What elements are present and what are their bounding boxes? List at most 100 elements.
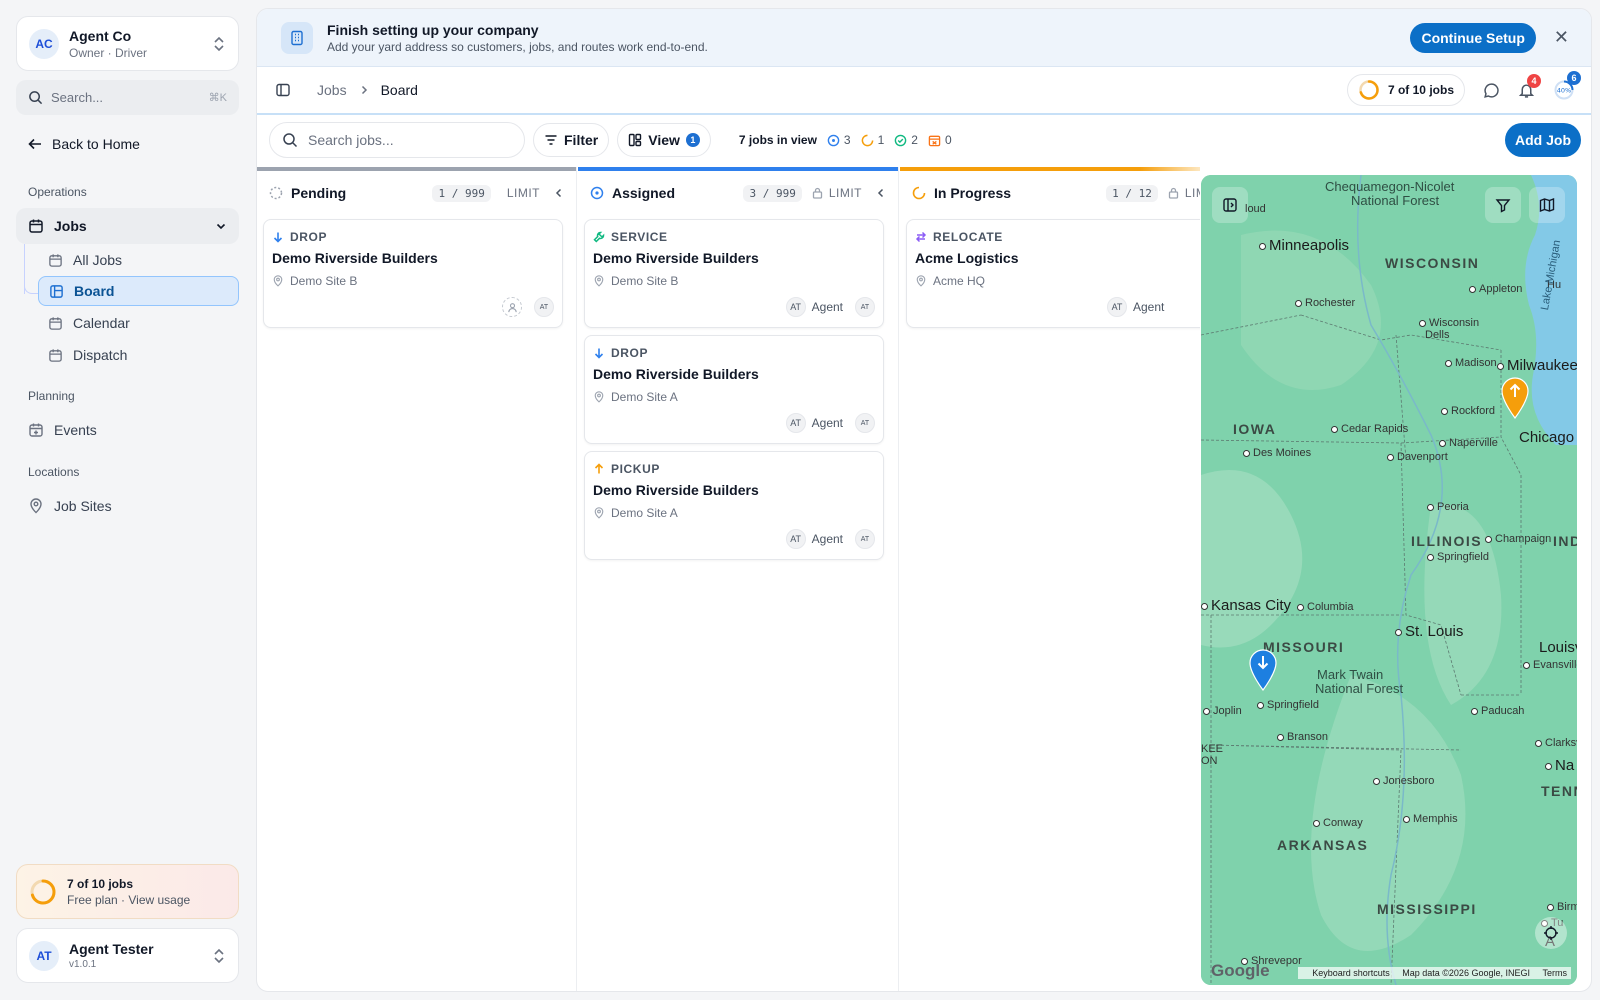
filter-button[interactable]: Filter (533, 123, 610, 157)
top-bar: Jobs Board 7 of 10 jobs 4 40% 6 (257, 67, 1591, 115)
bell-icon[interactable]: 4 (1518, 73, 1541, 99)
job-title: Demo Riverside Builders (593, 250, 759, 266)
job-card[interactable]: SERVICE Demo Riverside Builders Demo Sit… (584, 219, 884, 328)
search-icon (282, 132, 308, 148)
map-pin-pickup[interactable] (1501, 377, 1529, 419)
map-label: ARKANSAS (1277, 837, 1369, 853)
usage-title: 7 of 10 jobs (67, 876, 134, 891)
column-limit[interactable]: LIMIT (507, 186, 540, 200)
map-label: Peoria (1427, 501, 1469, 513)
in-progress-count-value: 1 (877, 133, 885, 147)
google-logo: Google (1211, 961, 1270, 980)
section-planning: Planning (28, 389, 75, 403)
board-icon (49, 284, 74, 299)
usage-pill[interactable]: 7 of 10 jobs (1346, 74, 1465, 106)
map-label: Evansville (1523, 659, 1577, 671)
usage-pill-label: 7 of 10 jobs (1387, 83, 1454, 97)
column-title: Assigned (612, 185, 676, 201)
back-to-home-link[interactable]: Back to Home (28, 136, 140, 152)
filter-icon (1495, 197, 1511, 213)
jobs-map[interactable]: Chequamegon-Nicolet National Forest loud… (1201, 175, 1577, 985)
job-card[interactable]: DROP Demo Riverside Builders Demo Site A… (584, 335, 884, 444)
user-switcher[interactable]: AT Agent Tester v1.0.1 (16, 928, 239, 983)
locate-button[interactable] (1535, 917, 1567, 949)
map-label: TENNES (1541, 783, 1577, 799)
calendar-icon (28, 218, 54, 234)
check-circle-icon (894, 134, 911, 147)
progress-indicator[interactable]: 40% 6 (1553, 71, 1581, 101)
sidebar-item-dispatch[interactable]: Dispatch (38, 340, 239, 370)
job-title: Acme Logistics (915, 250, 1019, 266)
map-filter-button[interactable] (1485, 187, 1521, 223)
progress-ring-icon (29, 878, 57, 906)
map-pin-icon (593, 391, 611, 403)
user-name: Agent Tester (69, 941, 154, 957)
map-sidebar-toggle-button[interactable] (1212, 187, 1248, 223)
continue-setup-button[interactable]: Continue Setup (1410, 22, 1536, 53)
assigned-status-icon (590, 186, 604, 200)
map-label: Paducah (1471, 705, 1524, 717)
map-label: Des Moines (1243, 447, 1311, 459)
job-type: SERVICE (593, 230, 875, 244)
map-label: St. Louis (1395, 623, 1463, 640)
agent-avatar: AT (785, 413, 806, 433)
map-pin-drop[interactable] (1249, 649, 1277, 691)
job-card[interactable]: RELOCATE Acme Logistics Acme HQ AT Agent (906, 219, 1200, 328)
map-label: Minneapolis (1259, 237, 1349, 254)
map-label: IND (1553, 533, 1577, 549)
chevron-left-icon[interactable] (554, 188, 564, 198)
add-job-button[interactable]: Add Job (1505, 123, 1581, 157)
chat-icon[interactable] (1483, 82, 1500, 99)
agent-name: Agent (811, 300, 843, 314)
map-label: Conway (1313, 817, 1363, 829)
in-progress-count: 1 (861, 133, 885, 147)
truck-assign-icon[interactable]: AT (855, 297, 875, 317)
column-limit[interactable]: LIMIT (1185, 186, 1200, 200)
map-layers-button[interactable] (1529, 187, 1565, 223)
column-limit[interactable]: LIMIT (829, 186, 862, 200)
job-search-input[interactable]: Search jobs... (269, 122, 525, 158)
sidebar-item-calendar[interactable]: Calendar (38, 308, 239, 338)
calendar-icon (48, 316, 73, 331)
map-label: Cedar Rapids (1331, 423, 1408, 435)
agent-name: Agent (811, 532, 843, 546)
view-button[interactable]: View 1 (617, 123, 711, 157)
usage-card[interactable]: 7 of 10 jobs Free plan · View usage (16, 864, 239, 919)
breadcrumb: Jobs Board (317, 82, 418, 98)
map-label: Branson (1277, 731, 1328, 743)
truck-assign-icon[interactable]: AT (534, 297, 554, 317)
section-locations: Locations (28, 465, 80, 479)
job-title: Demo Riverside Builders (272, 250, 438, 266)
job-card[interactable]: DROP Demo Riverside Builders Demo Site B… (263, 219, 563, 328)
job-site: Demo Site B (593, 274, 875, 288)
chevron-left-icon[interactable] (876, 188, 886, 198)
column-header: Pending 1 / 999 LIMIT (257, 171, 576, 215)
company-switcher[interactable]: AC Agent Co Owner · Driver (16, 16, 239, 71)
sidebar-item-events[interactable]: Events (28, 422, 97, 438)
map-label: IOWA (1233, 421, 1277, 437)
map-label: Kansas City (1201, 597, 1291, 614)
agent-avatar: AT (1107, 297, 1127, 317)
map-data-text: Map data ©2026 Google, INEGI (1402, 968, 1530, 978)
sidebar-item-board[interactable]: Board (38, 276, 239, 306)
close-icon[interactable]: ✕ (1554, 27, 1569, 48)
sidebar-item-jobs-label: Jobs (54, 218, 87, 234)
truck-assign-icon[interactable]: AT (855, 529, 875, 549)
sidebar-item-all-jobs[interactable]: All Jobs (38, 245, 239, 275)
sidebar-item-job-sites[interactable]: Job Sites (28, 498, 112, 514)
sidebar-item-jobs[interactable]: Jobs (16, 208, 239, 244)
truck-assign-icon[interactable]: AT (855, 413, 875, 433)
lock-icon (1168, 187, 1179, 199)
agent-name: Agent (811, 416, 843, 430)
job-site: Demo Site A (593, 506, 875, 520)
breadcrumb-jobs[interactable]: Jobs (317, 82, 347, 98)
keyboard-shortcuts-link[interactable]: Keyboard shortcuts (1312, 968, 1390, 978)
sidebar-toggle-icon[interactable] (275, 82, 291, 98)
map-label: Madison (1445, 357, 1497, 369)
sidebar-search[interactable]: Search... ⌘K (16, 80, 239, 115)
job-card[interactable]: PICKUP Demo Riverside Builders Demo Site… (584, 451, 884, 560)
map-label: loud (1245, 203, 1266, 215)
terms-link[interactable]: Terms (1543, 968, 1568, 978)
company-name: Agent Co (69, 27, 132, 44)
unassigned-user-icon[interactable] (502, 297, 522, 317)
